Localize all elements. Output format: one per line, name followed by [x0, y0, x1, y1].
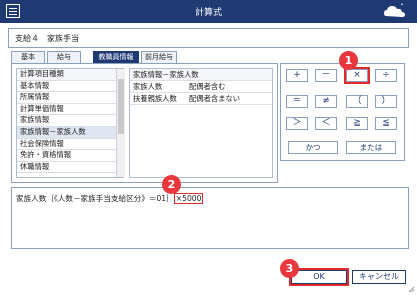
list-item[interactable]: 計算単価情報	[17, 104, 123, 116]
open-paren-button[interactable]: （	[346, 95, 368, 108]
list-header: 計算項目種類	[17, 69, 123, 81]
tab-salary[interactable]: 給与	[47, 51, 81, 63]
item-desc: 配偶者含む	[189, 82, 226, 91]
list-item[interactable]: 基本情報	[17, 81, 123, 93]
minus-button[interactable]: －	[315, 69, 337, 82]
plus-button[interactable]: +	[286, 69, 308, 82]
list-scrollbar[interactable]	[116, 69, 125, 177]
formula-text: 家族人数｛《人数－家族手当支給区分》＝01｝ ×5000	[16, 193, 204, 204]
greater-equal-button[interactable]: ≧	[346, 117, 368, 130]
ok-button[interactable]: OK	[289, 268, 349, 286]
resize-grip-icon[interactable]	[408, 286, 415, 293]
title-bar: 計算式	[0, 0, 417, 23]
ai-logo-icon	[384, 3, 405, 17]
tab-staff-info[interactable]: 教職員情報	[93, 51, 139, 63]
formula-inserted-term: ×5000	[173, 193, 204, 204]
equal-button[interactable]: ＝	[286, 95, 308, 108]
list-item[interactable]: 休職情報	[17, 162, 123, 174]
and-button[interactable]: かつ	[288, 141, 338, 154]
scrollbar-thumb[interactable]	[118, 79, 124, 134]
target-item-field: 支給４ 家族手当	[8, 28, 409, 48]
item-name: 家族人数	[133, 82, 163, 91]
callout-badge-1: 1	[339, 51, 358, 70]
target-item-label: 支給４ 家族手当	[15, 34, 79, 43]
list-item[interactable]: 社会保険情報	[17, 139, 123, 151]
tab-prev-month-salary[interactable]: 前月給与	[141, 51, 177, 63]
formula-expression: 家族人数｛《人数－家族手当支給区分》＝01｝	[16, 194, 174, 203]
detail-item-list[interactable]: 家族情報－家族人数 家族人数 配偶者含む 扶養親族人数 配偶者含まない	[129, 68, 273, 178]
less-than-button[interactable]: ＜	[315, 117, 337, 130]
list-item[interactable]: 家族人数 配偶者含む	[130, 81, 272, 93]
tab-basic[interactable]: 基本	[11, 51, 45, 63]
list-item[interactable]: 所属情報	[17, 92, 123, 104]
list-item[interactable]: 家族情報	[17, 115, 123, 127]
list-header: 家族情報－家族人数	[130, 69, 272, 81]
list-item[interactable]: 免許・資格情報	[17, 150, 123, 162]
greater-than-button[interactable]: ＞	[286, 117, 308, 130]
cancel-button[interactable]: キャンセル	[352, 270, 406, 284]
divide-button[interactable]: ÷	[375, 69, 397, 82]
calc-item-type-list[interactable]: 計算項目種類 基本情報 所属情報 計算単価情報 家族情報 家族情報－家族人数 社…	[16, 68, 124, 178]
multiply-button[interactable]: ×	[344, 67, 370, 84]
or-button[interactable]: または	[346, 141, 396, 154]
item-name: 扶養親族人数	[133, 94, 177, 103]
window-title: 計算式	[194, 8, 222, 18]
not-equal-button[interactable]: ≠	[315, 95, 337, 108]
list-item-selected[interactable]: 家族情報－家族人数	[17, 126, 123, 139]
item-desc: 配偶者含まない	[189, 94, 241, 103]
less-equal-button[interactable]: ≦	[375, 117, 397, 130]
list-item[interactable]: 扶養親族人数 配偶者含まない	[130, 93, 272, 105]
close-paren-button[interactable]: ）	[375, 95, 397, 108]
callout-badge-3: 3	[280, 259, 299, 278]
callout-badge-2: 2	[162, 175, 181, 194]
